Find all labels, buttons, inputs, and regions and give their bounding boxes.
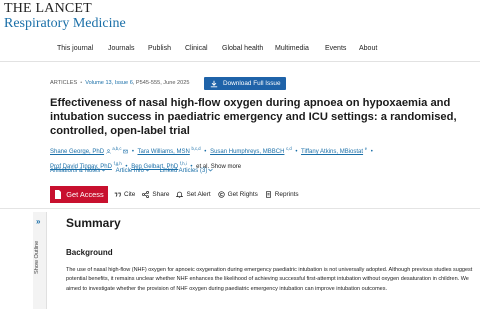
article-actions: Get Access Cite Share Set Alert Get Righ…	[50, 186, 306, 203]
nav-multimedia[interactable]: Multimedia	[275, 45, 309, 52]
article-meta: ARTICLES • Volume 13, Issue 6, P545-555, J…	[50, 80, 190, 86]
article-links: Affiliations & Notes Article Info Linked…	[50, 168, 221, 174]
top-navigation: This journal Journals Publish Clinical G…	[0, 38, 480, 62]
chevron-down-icon	[101, 169, 106, 172]
email-icon[interactable]	[123, 149, 128, 154]
nav-events[interactable]: Events	[325, 45, 346, 52]
author-affil: e	[364, 146, 368, 151]
author-link[interactable]: Shane George, PhD	[50, 149, 104, 155]
abstract-text: The use of nasal high-flow (NHF) oxygen …	[66, 267, 473, 292]
author-link[interactable]: Tara Williams, MSN	[138, 149, 190, 155]
article-title: Effectiveness of nasal high-flow oxygen …	[50, 97, 457, 137]
nav-this-journal[interactable]: This journal	[57, 45, 93, 52]
get-rights-button[interactable]: Get Rights	[217, 191, 258, 198]
show-outline-tab[interactable]: » Show Outline	[33, 212, 47, 309]
share-button[interactable]: Share	[142, 191, 169, 198]
download-label: Download Full Issue	[223, 80, 281, 87]
cite-button[interactable]: Cite	[114, 191, 135, 198]
download-icon	[210, 80, 218, 87]
document-icon	[265, 191, 271, 198]
pdf-icon	[55, 190, 62, 199]
brand-line1: THE LANCET	[4, 1, 92, 16]
set-alert-button[interactable]: Set Alert	[176, 191, 211, 198]
download-issue-button[interactable]: Download Full Issue	[204, 77, 286, 90]
person-icon	[105, 149, 111, 154]
nav-publish[interactable]: Publish	[148, 45, 171, 52]
brand-line2: Respiratory Medicine	[4, 16, 126, 31]
article-date: June 2025	[163, 80, 190, 86]
chevron-down-icon	[145, 169, 150, 172]
author-affil: f,h,i	[179, 161, 187, 166]
author-affil: a,b,c	[112, 146, 122, 151]
author-affil: f,g,h	[113, 161, 122, 166]
author-affil: c,d	[286, 146, 292, 151]
get-access-button[interactable]: Get Access	[50, 186, 108, 203]
author-link[interactable]: Tiffany Atkins, MBiostat	[301, 149, 363, 155]
chevron-down-icon	[208, 169, 214, 172]
journal-brand[interactable]: THE LANCET Respiratory Medicine	[4, 2, 126, 32]
copyright-icon	[217, 191, 225, 198]
issue-link[interactable]: Volume 13, Issue 6	[85, 80, 133, 86]
article-info-link[interactable]: Article Info	[116, 168, 150, 174]
nav-about[interactable]: About	[359, 45, 377, 52]
quote-icon	[114, 192, 121, 197]
linked-articles-link[interactable]: Linked Articles (3)	[160, 168, 214, 174]
nav-global-health[interactable]: Global health	[222, 45, 263, 52]
article-pages: P545-555	[135, 80, 161, 86]
background-heading: Background	[66, 248, 113, 257]
expand-chevron-icon: »	[36, 217, 41, 226]
affiliations-link[interactable]: Affiliations & Notes	[50, 168, 106, 174]
outline-label: Show Outline	[34, 240, 40, 274]
share-icon	[142, 191, 150, 198]
author-affil: b,c,d	[191, 146, 201, 151]
author-link[interactable]: Susan Humphreys, MBBCH	[210, 149, 284, 155]
article-type: ARTICLES	[50, 80, 78, 86]
bell-icon	[176, 191, 184, 198]
nav-journals[interactable]: Journals	[108, 45, 134, 52]
nav-clinical[interactable]: Clinical	[185, 45, 208, 52]
summary-heading: Summary	[66, 216, 121, 230]
reprints-button[interactable]: Reprints	[265, 191, 299, 198]
divider	[0, 208, 480, 209]
